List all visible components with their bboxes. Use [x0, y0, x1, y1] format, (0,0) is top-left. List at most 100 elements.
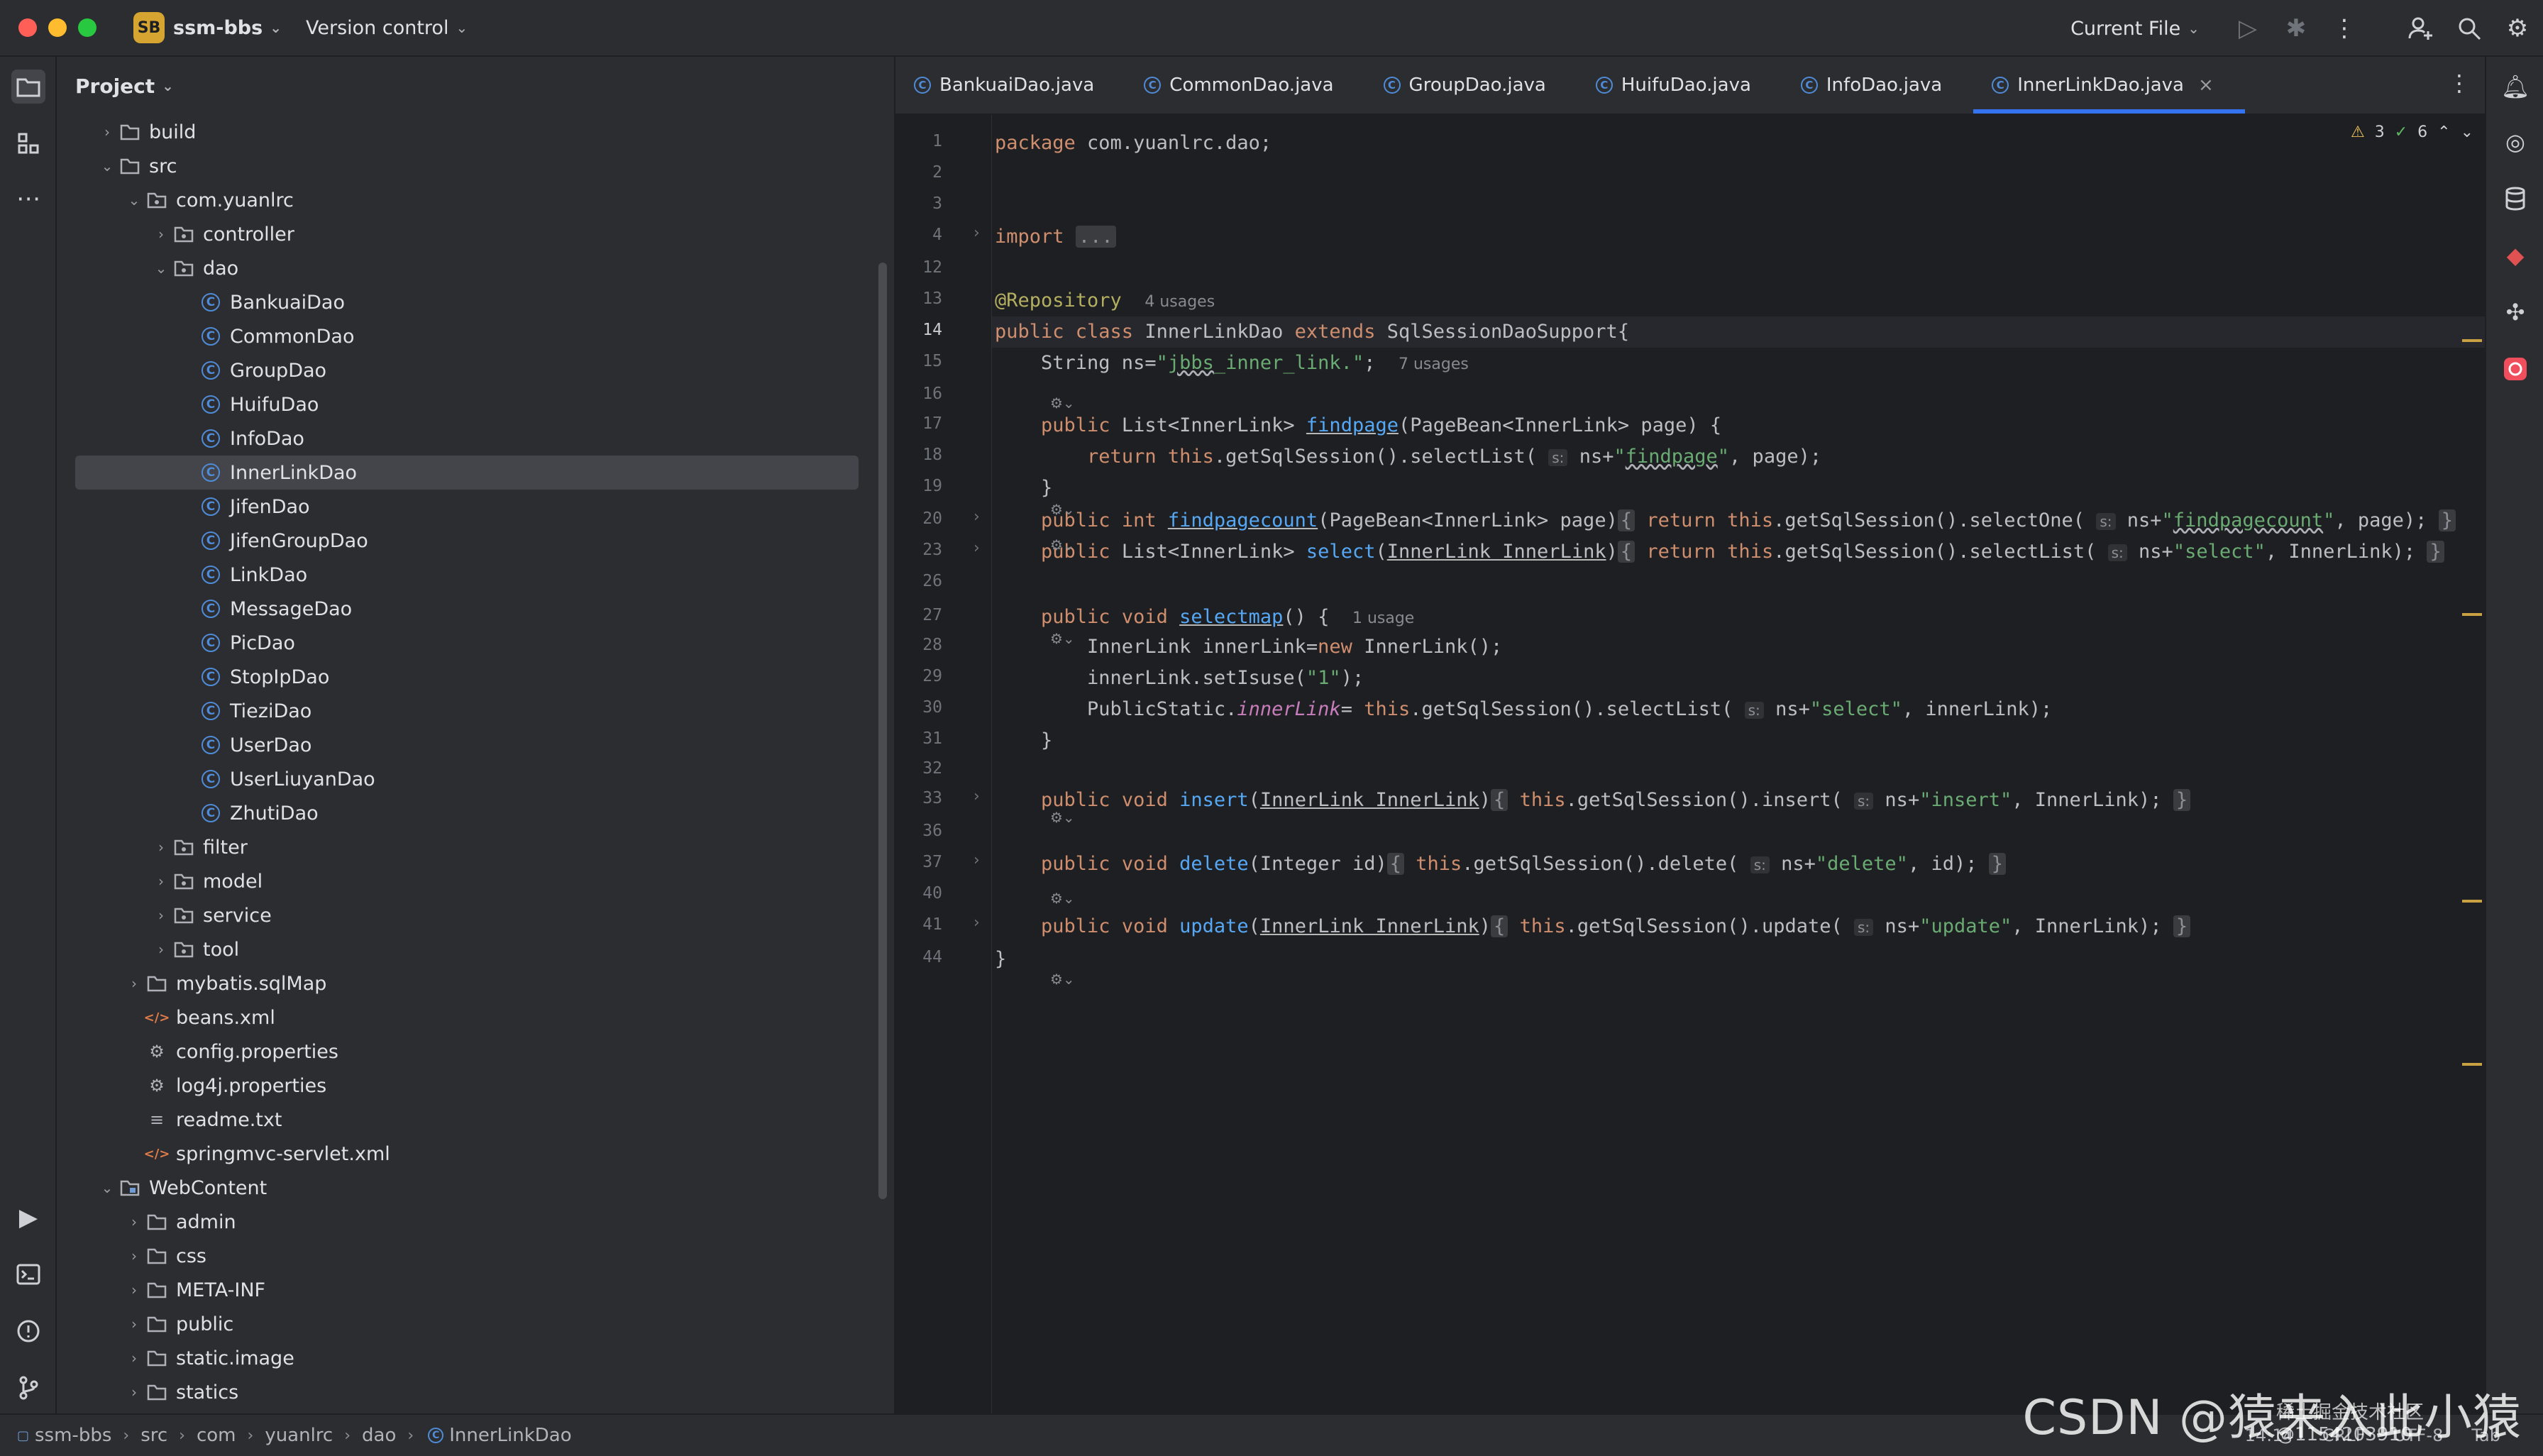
line-number[interactable]: 12 — [895, 258, 942, 277]
chevron-right-icon[interactable]: › — [150, 226, 172, 243]
chevron-right-icon[interactable]: › — [150, 839, 172, 856]
chevron-right-icon[interactable]: › — [123, 1384, 145, 1401]
chevron-right-icon[interactable]: › — [150, 941, 172, 958]
code-line[interactable]: public void update(InnerLink InnerLink){… — [995, 911, 2191, 943]
line-number[interactable]: 41 — [895, 915, 942, 934]
tree-item-webcontent[interactable]: ⌄ WebContent — [57, 1171, 894, 1205]
tree-item-huifudao[interactable]: C HuifuDao — [57, 387, 894, 421]
line-number[interactable]: 37 — [895, 853, 942, 871]
code-vision-icon[interactable]: ⚙⌄ — [1050, 501, 1075, 518]
services-run-icon[interactable]: ▶ — [11, 1201, 45, 1235]
tree-item-readme-txt[interactable]: ≡ readme.txt — [57, 1103, 894, 1137]
line-number[interactable]: 26 — [895, 572, 942, 590]
tree-item-controller[interactable]: › controller — [57, 217, 894, 251]
breadcrumb-item[interactable]: dao — [362, 1425, 396, 1446]
line-number[interactable]: 4 — [895, 226, 942, 244]
tree-item-infodao[interactable]: C InfoDao — [57, 421, 894, 456]
chevron-right-icon[interactable]: › — [123, 1247, 145, 1264]
code-line[interactable]: public void insert(InnerLink InnerLink){… — [995, 785, 2191, 817]
tree-item-log4j-properties[interactable]: ⚙ log4j.properties — [57, 1069, 894, 1103]
maximize-window-button[interactable] — [78, 18, 96, 37]
tree-item-beans-xml[interactable]: </> beans.xml — [57, 1000, 894, 1035]
run-icon[interactable]: ▷ — [2231, 11, 2265, 45]
line-number[interactable]: 2 — [895, 163, 942, 182]
tab-huifudao-java[interactable]: C HuifuDao.java — [1577, 57, 1782, 114]
code-line[interactable]: innerLink.setIsuse("1"); — [995, 663, 1364, 694]
code-line[interactable]: } — [995, 473, 1052, 504]
breadcrumb-item[interactable]: src — [140, 1425, 167, 1446]
search-icon[interactable] — [2452, 11, 2486, 45]
more-tabs-icon[interactable]: ⋮ — [2448, 70, 2471, 96]
code-line[interactable]: public void delete(Integer id){ this.get… — [995, 849, 2006, 881]
tree-item-filter[interactable]: › filter — [57, 830, 894, 864]
debug-icon[interactable]: ✱ — [2279, 11, 2313, 45]
chevron-down-icon[interactable]: ⌄ — [150, 260, 172, 277]
tab-innerlinkdao-java[interactable]: C InnerLinkDao.java × — [1973, 57, 2245, 114]
chevron-down-icon[interactable]: ⌄ — [96, 1179, 118, 1196]
tree-item-config-properties[interactable]: ⚙ config.properties — [57, 1035, 894, 1069]
project-panel-header[interactable]: Project ⌄ — [57, 57, 894, 115]
tree-item-tiezidao[interactable]: C TieziDao — [57, 694, 894, 728]
run-config-selector[interactable]: Current File ⌄ — [2070, 18, 2200, 40]
tree-item-model[interactable]: › model — [57, 864, 894, 898]
tree-item-public[interactable]: › public — [57, 1307, 894, 1341]
fold-expand-icon[interactable]: › — [973, 224, 980, 242]
tree-item-css[interactable]: › css — [57, 1239, 894, 1273]
tree-item-meta-inf[interactable]: › META-INF — [57, 1273, 894, 1307]
tree-item-userdao[interactable]: C UserDao — [57, 728, 894, 762]
fold-expand-icon[interactable]: › — [973, 788, 980, 805]
tree-item-build[interactable]: › build — [57, 115, 894, 149]
warning-stripe-marker[interactable] — [2462, 900, 2482, 903]
tree-item-statics[interactable]: › statics — [57, 1375, 894, 1409]
tree-item-jifengroupdao[interactable]: C JifenGroupDao — [57, 524, 894, 558]
tab-commondao-java[interactable]: C CommonDao.java — [1125, 57, 1364, 114]
plugin-icon[interactable]: ✣ — [2498, 295, 2532, 329]
tree-item-dao[interactable]: ⌄ dao — [57, 251, 894, 285]
line-number[interactable]: 33 — [895, 789, 942, 807]
fold-expand-icon[interactable]: › — [973, 539, 980, 557]
tree-item-jifendao[interactable]: C JifenDao — [57, 490, 894, 524]
database-icon[interactable] — [2498, 182, 2532, 216]
tab-infodao-java[interactable]: C InfoDao.java — [1782, 57, 1973, 114]
chevron-right-icon[interactable]: › — [123, 1350, 145, 1367]
tree-item-commondao[interactable]: C CommonDao — [57, 319, 894, 353]
chevron-down-icon[interactable]: ⌄ — [123, 192, 145, 209]
minimize-window-button[interactable] — [48, 18, 67, 37]
close-window-button[interactable] — [18, 18, 37, 37]
project-switcher[interactable]: ssm-bbs ⌄ — [173, 17, 282, 39]
line-number[interactable]: 28 — [895, 636, 942, 654]
tree-item-messagedao[interactable]: C MessageDao — [57, 592, 894, 626]
app-plugin-icon[interactable] — [2498, 352, 2532, 386]
tree-item-innerlinkdao[interactable]: C InnerLinkDao — [75, 456, 859, 490]
tree-item-mybatis-sqlmap[interactable]: › mybatis.sqlMap — [57, 966, 894, 1000]
code-line[interactable]: } — [995, 725, 1052, 756]
breadcrumb-item[interactable]: ssm-bbs — [35, 1425, 111, 1446]
more-actions-icon[interactable]: ⋮ — [2327, 11, 2361, 45]
chevron-right-icon[interactable]: › — [150, 873, 172, 890]
breadcrumb-item[interactable]: InnerLinkDao — [449, 1425, 571, 1446]
code-vision-icon[interactable]: ⚙⌄ — [1050, 630, 1075, 647]
line-number[interactable]: 32 — [895, 759, 942, 778]
breadcrumb-item[interactable]: yuanlrc — [265, 1425, 333, 1446]
add-user-icon[interactable] — [2404, 11, 2438, 45]
tab-groupdao-java[interactable]: C GroupDao.java — [1365, 57, 1577, 114]
chevron-down-icon[interactable]: ⌄ — [96, 158, 118, 175]
code-vision-icon[interactable]: ⚙⌄ — [1050, 809, 1075, 826]
fold-expand-icon[interactable]: › — [973, 508, 980, 526]
project-folder-icon[interactable] — [11, 70, 45, 104]
code-line[interactable]: @Repository 4 usages — [995, 285, 1215, 318]
git-branch-icon[interactable] — [11, 1371, 45, 1405]
notifications-bell-icon[interactable]: 🔔︎ — [2498, 70, 2532, 104]
line-number[interactable]: 44 — [895, 948, 942, 966]
tree-item-groupdao[interactable]: C GroupDao — [57, 353, 894, 387]
tree-item-stopipdao[interactable]: C StopIpDao — [57, 660, 894, 694]
line-number[interactable]: 3 — [895, 194, 942, 213]
fold-expand-icon[interactable]: › — [973, 914, 980, 932]
tree-item-admin[interactable]: › admin — [57, 1205, 894, 1239]
warning-stripe-marker[interactable] — [2462, 613, 2482, 616]
tree-item-src[interactable]: ⌄ src — [57, 149, 894, 183]
code-line[interactable]: public int findpagecount(PageBean<InnerL… — [995, 505, 2456, 537]
code-editor[interactable]: ⚠ 3 ✓ 6 ⌃ ⌄ package com.yuanlrc.dao; impo… — [992, 115, 2485, 1413]
chevron-right-icon[interactable]: › — [96, 123, 118, 140]
code-line[interactable]: return this.getSqlSession().selectList( … — [995, 441, 1821, 473]
